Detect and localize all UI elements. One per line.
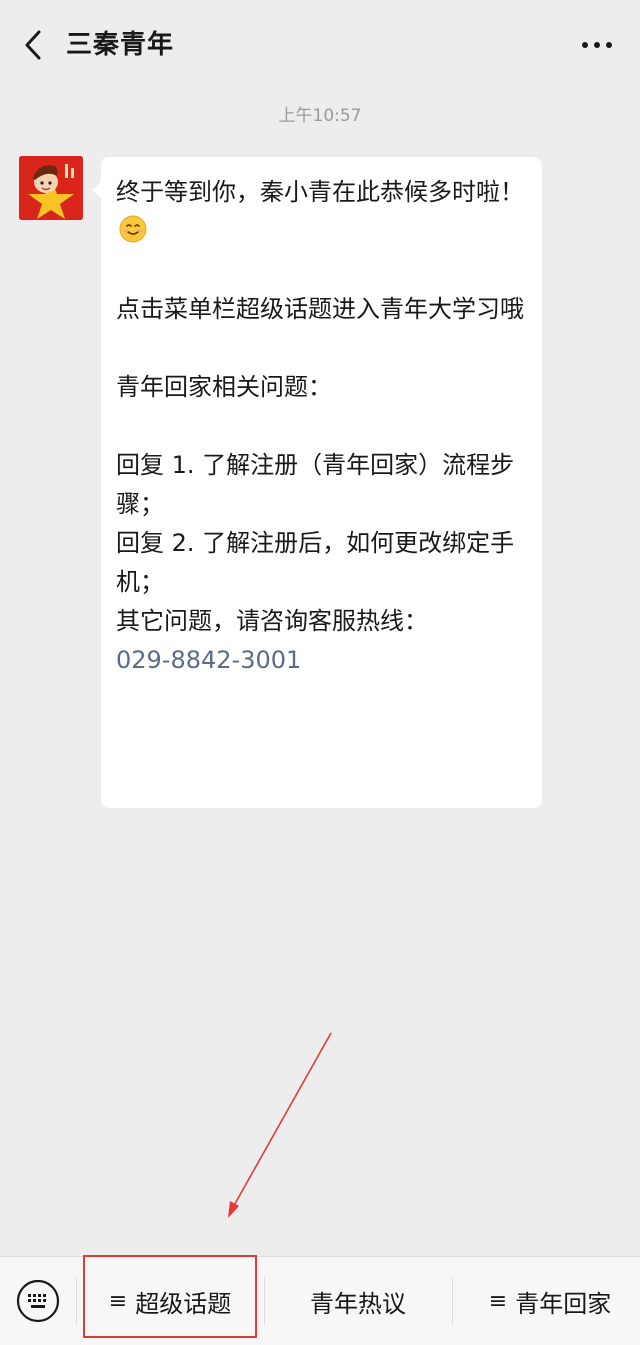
hotline-phone-link[interactable]: 029-8842-3001 <box>116 646 301 674</box>
back-button[interactable] <box>16 26 50 64</box>
submenu-icon: ≡ <box>108 1288 128 1314</box>
message-bubble: 终于等到你，秦小青在此恭候多时啦！ 点击菜单栏超级话题进入青年大学习哦 青年回家… <box>92 157 542 808</box>
keyboard-icon <box>16 1279 60 1323</box>
bottom-menu-bar: ≡ 超级话题 青年热议 ≡ 青年回家 <box>0 1256 640 1345</box>
message-text: 终于等到你，秦小青在此恭候多时啦！ 点击菜单栏超级话题进入青年大学习哦 青年回家… <box>116 173 528 680</box>
menu-item-label: 超级话题 <box>135 1289 232 1318</box>
message-line-reply-2: 回复 2. 了解注册后，如何更改绑定手机； <box>116 529 515 596</box>
more-dots-icon <box>582 42 612 48</box>
menu-divider <box>452 1277 453 1325</box>
smile-emoji-icon <box>119 215 147 243</box>
message-line-greeting: 终于等到你，秦小青在此恭候多时啦！ <box>116 178 524 206</box>
message-line-menu-hint: 点击菜单栏超级话题进入青年大学习哦 <box>116 295 524 323</box>
chevron-left-icon <box>25 30 41 60</box>
menu-item-label: 青年热议 <box>310 1289 406 1318</box>
bubble-tail <box>92 181 102 199</box>
submenu-icon: ≡ <box>488 1288 508 1314</box>
message-line-hotline: 其它问题，请咨询客服热线： <box>116 607 428 635</box>
mascot-avatar-icon <box>19 156 83 220</box>
menu-divider <box>76 1277 77 1325</box>
message-line-reply-1: 回复 1. 了解注册（青年回家）流程步骤； <box>116 451 515 518</box>
menu-divider <box>264 1277 265 1325</box>
menu-item-label: 青年回家 <box>515 1289 612 1318</box>
keyboard-toggle-button[interactable] <box>16 1279 60 1323</box>
more-button[interactable] <box>580 26 614 64</box>
page-title: 三秦青年 <box>66 30 175 60</box>
avatar[interactable] <box>19 156 83 220</box>
message-timestamp: 上午10:57 <box>278 106 362 126</box>
menu-item-youth-home[interactable]: ≡ 青年回家 <box>460 1257 640 1345</box>
menu-item-youth-discussion[interactable]: 青年热议 <box>272 1257 444 1345</box>
message-line-section-title: 青年回家相关问题： <box>116 373 332 401</box>
chat-header: 三秦青年 <box>0 0 640 90</box>
menu-item-super-topic[interactable]: ≡ 超级话题 <box>84 1257 256 1345</box>
